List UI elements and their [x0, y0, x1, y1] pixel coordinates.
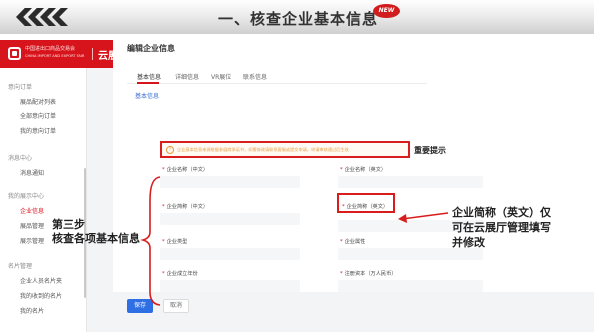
new-badge: NEW: [373, 4, 400, 18]
sidebar: 意向订单 展品配对列表 全部意向订单 我的意向订单 消息中心 消息通知 我的展示…: [0, 68, 87, 332]
field-label-text: 企业成立年份: [166, 271, 198, 277]
save-button[interactable]: 保存: [127, 299, 153, 313]
company-type-select[interactable]: [160, 248, 300, 260]
field-label-text: 企业类型: [166, 239, 188, 245]
tab-detail-info[interactable]: 详细信息: [175, 72, 199, 81]
chevron-left-icon: [52, 8, 68, 26]
page-title: 编辑企业信息: [127, 44, 175, 53]
field-label-text: 企业简称（中文）: [166, 204, 209, 210]
field-label-company-attr: * 企业属性: [340, 239, 366, 245]
sidebar-item-staff-cards[interactable]: 企业人员名片夹: [20, 276, 62, 285]
sidebar-item-received-cards[interactable]: 我的收到的名片: [20, 291, 62, 300]
section-title: 基本信息: [135, 93, 160, 100]
company-name-cn-input[interactable]: [160, 176, 300, 188]
annotation-note-line3: 并修改: [452, 236, 485, 249]
screenshot-stage: 一、核查企业基本信息 NEW 中国进出口商品交易会 CHINA IMPORT A…: [0, 0, 594, 332]
tab-contact-info[interactable]: 联系信息: [243, 72, 267, 81]
field-label-company-name-en: * 企业名称（英文）: [340, 167, 387, 173]
short-name-cn-input[interactable]: [160, 213, 300, 225]
annotation-note-line2: 可在云展厅管理填写: [452, 221, 551, 234]
field-label-founded-year: * 企业成立年份: [162, 271, 198, 277]
field-label-company-name-cn: * 企业名称（中文）: [162, 167, 209, 173]
sidebar-item-my-orders[interactable]: 我的意向订单: [20, 126, 56, 135]
active-tab-indicator: [137, 82, 159, 84]
logo-text: 中国进出口商品交易会 CHINA IMPORT AND EXPORT FAIR: [25, 46, 84, 60]
annotation-note-line1: 企业简称（英文）仅: [452, 206, 551, 219]
notice-banner: ! 企业基本信息来源根据参展商承诺书，如需修改请联系客服或提交申请，申请审核通过…: [160, 141, 410, 158]
sidebar-item-notifications[interactable]: 消息通知: [20, 168, 44, 177]
field-label-text: 企业名称（中文）: [166, 167, 209, 173]
sidebar-group-cards[interactable]: 名片管理: [8, 261, 32, 270]
sidebar-item-match-list[interactable]: 展品配对列表: [20, 97, 56, 106]
sidebar-group-messages[interactable]: 消息中心: [8, 153, 32, 162]
logo-text-cn: 中国进出口商品交易会: [25, 46, 76, 52]
banner-title: 一、核查企业基本信息: [218, 10, 379, 28]
tutorial-banner: 一、核查企业基本信息 NEW: [0, 0, 594, 34]
notice-text: 企业基本信息来源根据参展商承诺书，如需修改请联系客服或提交申请，申请审核通过后生…: [177, 147, 349, 152]
field-label-text: 企业名称（英文）: [344, 167, 387, 173]
sidebar-item-products[interactable]: 展品管理: [20, 221, 44, 230]
annotation-step: 第三步 核查各项基本信息: [52, 218, 140, 246]
company-name-en-input[interactable]: [338, 176, 483, 188]
field-label-registered-capital: * 注册资本（万人民币）: [340, 271, 397, 277]
warning-icon: !: [166, 146, 174, 154]
tab-divider: [127, 83, 427, 84]
field-label-company-type: * 企业类型: [162, 239, 188, 245]
field-label-text: 企业属性: [344, 239, 366, 245]
sidebar-group-showcase[interactable]: 我的展示中心: [8, 191, 44, 200]
registered-capital-input[interactable]: [338, 280, 483, 292]
sidebar-group-orders[interactable]: 意向订单: [8, 82, 32, 91]
annotation-step-line2: 核查各项基本信息: [52, 232, 140, 245]
annotation-important-tip: 重要提示: [414, 146, 446, 155]
header-divider: [92, 48, 93, 60]
highlight-box-short-name-en: [337, 193, 395, 213]
logo-icon: [8, 47, 21, 60]
sidebar-item-my-card[interactable]: 我的名片: [20, 306, 44, 315]
annotation-step-line1: 第三步: [52, 218, 85, 231]
sidebar-item-company-info[interactable]: 企业信息: [20, 206, 44, 215]
annotation-note: 企业简称（英文）仅 可在云展厅管理填写 并修改: [452, 205, 551, 250]
cancel-button[interactable]: 取消: [163, 299, 189, 313]
tab-vr-booth[interactable]: VR展位: [211, 72, 231, 81]
field-label-short-name-cn: * 企业简称（中文）: [162, 204, 209, 210]
sidebar-item-display[interactable]: 展示管理: [20, 236, 44, 245]
field-label-text: 注册资本（万人民币）: [344, 271, 397, 277]
sidebar-item-all-orders[interactable]: 全部意向订单: [20, 111, 56, 120]
tab-basic-info[interactable]: 基本信息: [137, 72, 161, 81]
logo-text-en: CHINA IMPORT AND EXPORT FAIR: [25, 54, 85, 58]
founded-year-input[interactable]: [160, 280, 300, 292]
